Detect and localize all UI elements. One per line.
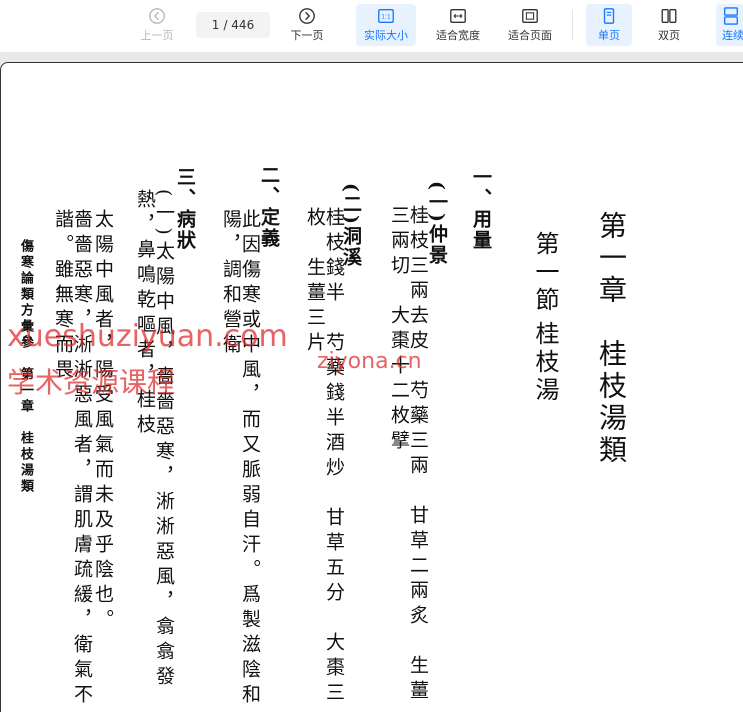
single-page-label: 单页 — [598, 29, 620, 42]
next-page-label: 下一页 — [290, 29, 324, 42]
document-viewer[interactable]: 第一章 桂枝湯類 第一節 桂枝湯 一、用量 (一)仲景 桂枝三兩去皮 芍藥三兩 … — [0, 52, 743, 712]
current-page-input[interactable]: 1 — [212, 18, 220, 32]
heading-definition: 二、定義 — [258, 165, 280, 249]
symptom-line-3: 嗇嗇惡寒，淅淅惡風者，謂肌膚疏緩，衛氣不諧。雖無寒而畏 — [52, 209, 93, 709]
section-name: 桂枝湯 — [531, 321, 559, 405]
dosage-line-dongxi: 桂枝錢半 芍藥錢半酒炒 甘草五分 大棗三枚 生薑三片 — [304, 207, 345, 707]
page-sheet: 第一章 桂枝湯類 第一節 桂枝湯 一、用量 (一)仲景 桂枝三兩去皮 芍藥三兩 … — [0, 62, 743, 712]
continuous-label: 连续 — [722, 29, 743, 42]
chapter-title: 第一章 桂枝湯類 — [595, 211, 628, 467]
viewer-toolbar: 上一页 1 / 446 下一页 1:1 实际大小 适合宽度 适合页面 单页 双页… — [0, 0, 743, 53]
double-page-icon — [661, 9, 677, 23]
chevron-right-circle-icon — [299, 8, 315, 24]
double-page-label: 双页 — [658, 29, 680, 42]
chevron-left-circle-icon — [149, 8, 165, 24]
dosage-line-zhongjing: 桂枝三兩去皮 芍藥三兩 甘草二兩炙 生薑三兩切 大棗十二枚擘 — [388, 205, 429, 705]
continuous-button[interactable]: 连续 — [716, 4, 743, 46]
fit-page-icon — [522, 9, 538, 23]
single-page-button[interactable]: 单页 — [586, 4, 632, 46]
heading-symptoms: 三、病狀 — [174, 167, 196, 251]
section-number: 第一節 — [531, 231, 559, 315]
actual-size-button[interactable]: 1:1 实际大小 — [356, 4, 416, 46]
svg-text:1:1: 1:1 — [381, 15, 391, 21]
heading-dosage: 一、用量 — [470, 167, 492, 251]
toolbar-divider — [572, 10, 573, 40]
fit-width-icon — [450, 9, 466, 23]
single-page-icon — [603, 8, 615, 24]
prev-page-label: 上一页 — [140, 29, 174, 42]
page-footer: 傷寒論類方彙參 第一章 桂枝湯類 — [18, 239, 33, 495]
symptom-line-1: (一)太陽中風，嗇嗇惡寒，淅淅惡風，翕翕發熱，鼻鳴乾嘔者，桂枝 — [134, 189, 175, 691]
fit-page-label: 适合页面 — [508, 29, 552, 42]
definition-line: 此因傷寒或中風，而又脈弱自汗。爲製滋陰和陽，調和營衛 — [220, 209, 261, 709]
total-pages: / 446 — [223, 18, 255, 32]
page-number-box: 1 / 446 — [196, 12, 270, 38]
actual-size-icon: 1:1 — [378, 9, 394, 23]
double-page-button[interactable]: 双页 — [646, 4, 692, 46]
continuous-page-icon — [724, 7, 738, 25]
symptom-line-2: 太陽中風者，陽受風氣而未及乎陰也。 — [92, 209, 114, 634]
fit-width-button[interactable]: 适合宽度 — [428, 4, 488, 46]
subheading-zhongjing: (一)仲景 — [426, 181, 448, 266]
fit-width-label: 适合宽度 — [436, 29, 480, 42]
fit-page-button[interactable]: 适合页面 — [500, 4, 560, 46]
prev-page-button[interactable]: 上一页 — [134, 4, 180, 46]
next-page-button[interactable]: 下一页 — [284, 4, 330, 46]
actual-size-label: 实际大小 — [364, 29, 408, 42]
